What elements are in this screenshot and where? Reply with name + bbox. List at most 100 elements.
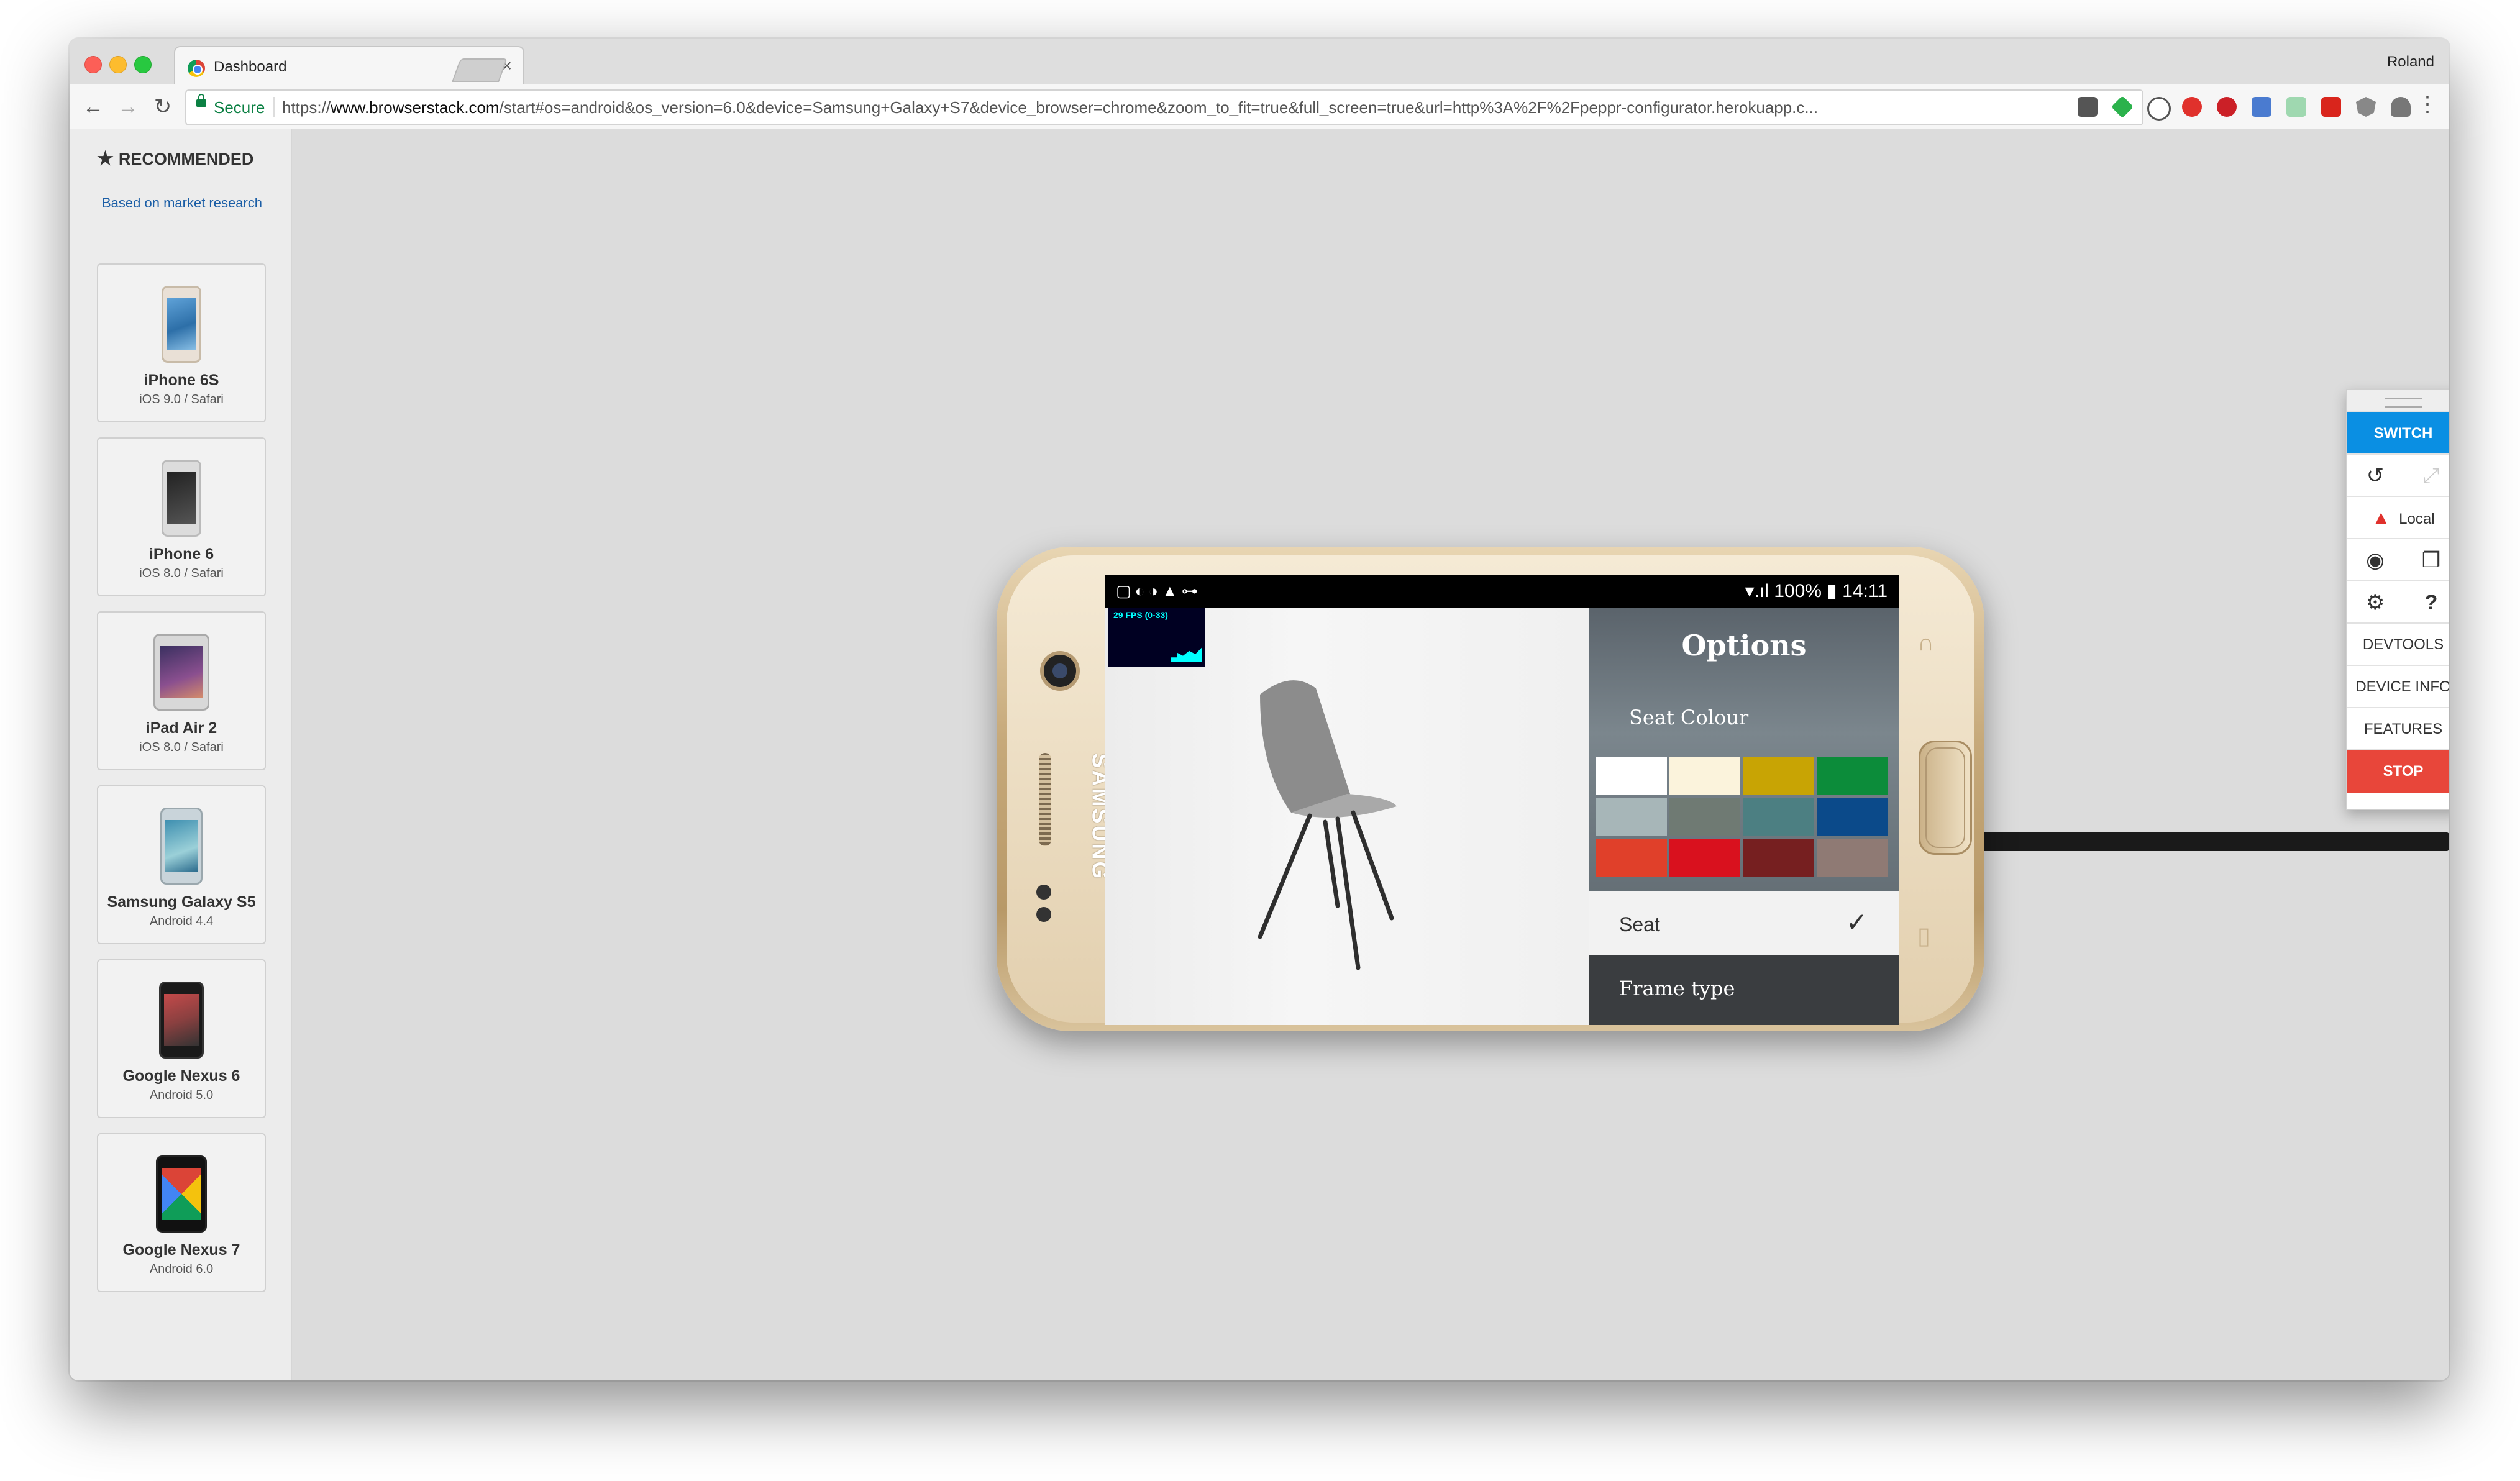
- market-research-link[interactable]: Based on market research: [102, 195, 262, 211]
- cloud-ext-icon[interactable]: [2391, 97, 2411, 117]
- colour-swatch[interactable]: [1596, 798, 1667, 836]
- help-icon[interactable]: ?: [2403, 581, 2449, 624]
- colour-swatch[interactable]: [1669, 798, 1740, 836]
- device-sidebar: ★ RECOMMENDED Based on market research iP…: [70, 129, 292, 1380]
- device-os: Android 4.4: [149, 914, 214, 928]
- recommended-heading: ★ RECOMMENDED: [97, 148, 253, 170]
- device-card-nexus-7[interactable]: Google Nexus 7 Android 6.0: [97, 1133, 266, 1292]
- device-name: Samsung Galaxy S5: [107, 893, 256, 911]
- colour-swatch[interactable]: [1743, 757, 1814, 795]
- colour-swatch[interactable]: [1816, 798, 1888, 836]
- seat-label: Seat: [1619, 913, 1660, 936]
- gear-icon[interactable]: ⚙: [2347, 581, 2403, 624]
- rotate-icon[interactable]: ↺: [2347, 455, 2403, 497]
- new-tab-button[interactable]: [452, 58, 508, 82]
- device-name: iPhone 6S: [144, 371, 219, 389]
- sensor-dot: [1036, 907, 1051, 922]
- info-icon[interactable]: [2147, 97, 2171, 121]
- url-scheme: https://: [282, 98, 331, 117]
- device-info-button[interactable]: DEVICE INFO: [2347, 665, 2449, 708]
- tab-strip: Dashboard × Roland: [70, 39, 2449, 86]
- browser-menu-icon[interactable]: ⋮: [2417, 92, 2438, 117]
- adblock-icon[interactable]: [2182, 97, 2202, 117]
- switch-button[interactable]: SWITCH: [2347, 411, 2449, 455]
- devtools-button[interactable]: DEVTOOLS: [2347, 622, 2449, 666]
- pinterest-icon[interactable]: [2217, 97, 2237, 117]
- stop-button[interactable]: STOP: [2347, 749, 2449, 793]
- configurator-app: 29 FPS (0-33) Options Seat Colour Seat ✓…: [1105, 608, 1899, 1025]
- options-panel: Options Seat Colour Seat ✓ Frame type: [1589, 608, 1899, 1025]
- url-host: www.browserstack.com: [331, 98, 500, 117]
- nexus-7-image: [156, 1155, 207, 1233]
- recent-apps-key-icon[interactable]: ∩: [1917, 630, 1934, 657]
- windows-icon[interactable]: ❐: [2403, 539, 2449, 581]
- url-path: /start#os=android&os_version=6.0&device=…: [499, 98, 1819, 117]
- back-key-icon[interactable]: ▯: [1917, 922, 1930, 950]
- grid-ext-icon[interactable]: [2286, 97, 2306, 117]
- options-title: Options: [1681, 629, 1807, 662]
- device-os: iOS 8.0 / Safari: [139, 740, 224, 754]
- colour-swatch[interactable]: [1669, 839, 1740, 877]
- colour-swatch[interactable]: [1743, 839, 1814, 877]
- chrome-favicon-icon: [188, 60, 205, 77]
- device-os: Android 6.0: [149, 1262, 214, 1276]
- checkmark-icon: ✓: [1845, 908, 1868, 937]
- device-card-nexus-6[interactable]: Google Nexus 6 Android 5.0: [97, 959, 266, 1118]
- chair-3d-canvas[interactable]: 29 FPS (0-33): [1105, 608, 1589, 1025]
- lock-icon: [196, 94, 206, 107]
- notification-icons: ▢◐◑▲⊶: [1116, 581, 1202, 600]
- colour-swatch[interactable]: [1816, 839, 1888, 877]
- colour-swatch[interactable]: [1596, 839, 1667, 877]
- nexus-6-image: [159, 982, 204, 1059]
- url-text[interactable]: https://www.browserstack.com/start#os=an…: [282, 98, 1818, 117]
- seat-option[interactable]: Seat ✓: [1589, 891, 1899, 955]
- colour-swatch[interactable]: [1596, 757, 1667, 795]
- device-card-ipad-air-2[interactable]: iPad Air 2 iOS 8.0 / Safari: [97, 611, 266, 770]
- seat-colour-label: Seat Colour: [1629, 706, 1749, 729]
- colour-swatch[interactable]: [1816, 757, 1888, 795]
- reload-button[interactable]: ↻: [148, 92, 178, 122]
- iphone-6-image: [162, 460, 201, 537]
- address-bar[interactable]: Secure https://www.browserstack.com/star…: [185, 89, 2143, 125]
- device-card-iphone-6[interactable]: iPhone 6 iOS 8.0 / Safari: [97, 437, 266, 596]
- browser-window: Dashboard × Roland ← → ↻ Secure https://…: [70, 39, 2449, 1380]
- window-minimize-button[interactable]: [109, 56, 127, 73]
- secure-label: Secure: [214, 98, 265, 117]
- rotate-fullscreen-row: ↺ ⤢: [2347, 453, 2449, 497]
- features-button[interactable]: FEATURES: [2347, 707, 2449, 750]
- device-os: iOS 9.0 / Safari: [139, 393, 224, 406]
- device-card-iphone-6s[interactable]: iPhone 6S iOS 9.0 / Safari: [97, 263, 266, 422]
- frame-type-option[interactable]: Frame type: [1589, 955, 1899, 1025]
- browser-toolbar: ← → ↻ Secure https://www.browserstack.co…: [70, 84, 2449, 130]
- colour-swatch[interactable]: [1743, 798, 1814, 836]
- device-name: Google Nexus 7: [122, 1241, 240, 1259]
- earpiece-speaker: [1039, 753, 1051, 846]
- warning-icon: ▲: [2372, 508, 2391, 528]
- window-close-button[interactable]: [84, 56, 102, 73]
- front-camera: [1040, 651, 1080, 691]
- forward-button[interactable]: →: [113, 92, 143, 122]
- android-status-bar: ▢◐◑▲⊶ ▾.ıl 100% ▮ 14:11: [1105, 575, 1899, 608]
- shield-ext-icon[interactable]: [2356, 97, 2376, 117]
- badge-ext-icon[interactable]: [2252, 97, 2271, 117]
- profile-name[interactable]: Roland: [2387, 53, 2434, 71]
- home-button[interactable]: [1919, 740, 1972, 855]
- fullscreen-icon[interactable]: ⤢: [2403, 455, 2449, 497]
- device-os: iOS 8.0 / Safari: [139, 567, 224, 580]
- device-card-galaxy-s5[interactable]: Samsung Galaxy S5 Android 4.4: [97, 785, 266, 944]
- camera-icon[interactable]: ◉: [2347, 539, 2403, 581]
- star-icon: ★: [97, 148, 114, 169]
- settings-row: ⚙ ?: [2347, 580, 2449, 624]
- toolbar-drag-handle[interactable]: [2347, 390, 2449, 411]
- window-maximize-button[interactable]: [134, 56, 152, 73]
- pocket-icon[interactable]: [2078, 97, 2098, 117]
- cors-icon[interactable]: [2321, 97, 2341, 117]
- device-name: Google Nexus 6: [122, 1067, 240, 1085]
- device-screen[interactable]: ▢◐◑▲⊶ ▾.ıl 100% ▮ 14:11 29 FPS (0-33) Op…: [1105, 575, 1899, 1025]
- back-button[interactable]: ←: [78, 92, 108, 122]
- colour-swatch[interactable]: [1669, 757, 1740, 795]
- local-testing-button[interactable]: ▲ Local: [2347, 496, 2449, 539]
- galaxy-s7-device: SAMSUNG ∩ ▯ ▢◐◑▲⊶ ▾.ıl 100% ▮ 14:11 29 F…: [997, 547, 1984, 1031]
- galaxy-s5-image: [160, 808, 203, 885]
- ipad-air-2-image: [153, 634, 209, 711]
